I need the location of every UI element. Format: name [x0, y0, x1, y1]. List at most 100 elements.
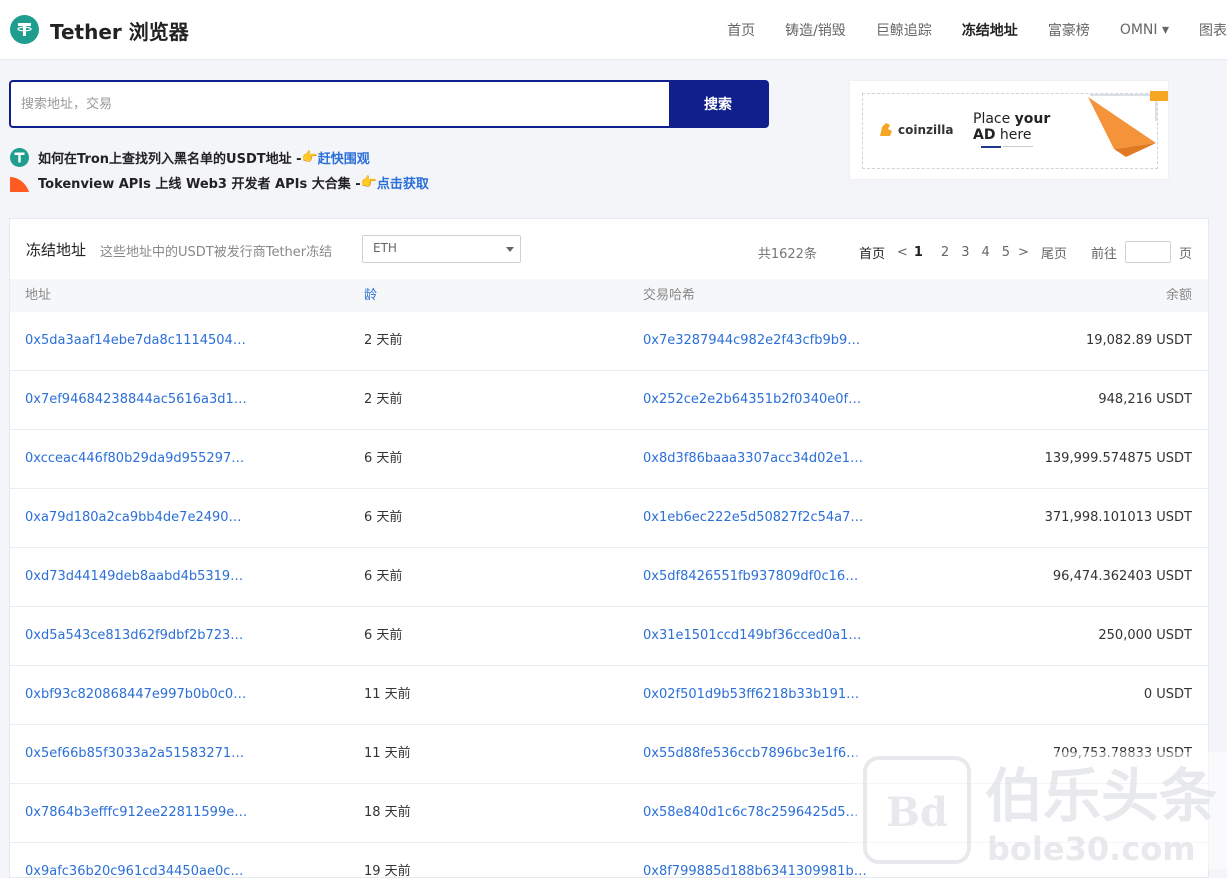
address-link[interactable]: 0xcceac446f80b29da9d955297…	[25, 430, 244, 488]
page-prev[interactable]: <	[897, 245, 908, 260]
table-row: 0xa79d180a2ca9bb4de7e2490… 6 天前 0x1eb6ec…	[10, 489, 1208, 548]
page-last[interactable]: 尾页	[1041, 243, 1067, 262]
balance-cell: 139,999.574875 USDT	[1044, 451, 1192, 466]
notice-link[interactable]: 点击获取	[377, 173, 429, 192]
balance-cell: 0 USDT	[1143, 687, 1192, 702]
page-next[interactable]: >	[1018, 245, 1029, 260]
tether-icon	[10, 148, 29, 167]
table-row: 0x5da3aaf14ebe7da8c1114504… 2 天前 0x7e328…	[10, 312, 1208, 371]
page-5[interactable]: 5	[1002, 245, 1010, 260]
chevron-down-icon	[506, 247, 514, 252]
tether-logo-icon[interactable]	[10, 15, 39, 44]
address-link[interactable]: 0x9afc36b20c961cd34450ae0c…	[25, 843, 243, 877]
top-bar: Tether 浏览器 首页 铸造/销毁 巨鲸追踪 冻结地址 富豪榜 OMNI ▾…	[0, 0, 1227, 60]
chain-select-value: ETH	[373, 241, 397, 255]
search-bar: 搜索	[9, 80, 769, 128]
page-first[interactable]: 首页	[859, 243, 885, 262]
goto-page-input[interactable]	[1124, 241, 1171, 263]
tx-hash-link[interactable]: 0x252ce2e2b64351b2f0340e0f…	[643, 371, 861, 429]
tx-hash-link[interactable]: 0x7e3287944c982e2f43cfb9b9…	[643, 312, 860, 370]
nav-rich-list[interactable]: 富豪榜	[1048, 20, 1090, 40]
total-count: 共1622条	[757, 246, 817, 262]
address-link[interactable]: 0x7864b3efffc912ee22811599e…	[25, 784, 247, 842]
coinzilla-icon	[880, 123, 892, 136]
tx-hash-link[interactable]: 0x8d3f86baaa3307acc34d02e1…	[643, 430, 863, 488]
table-row: 0x5ef66b85f3033a2a51583271… 11 天前 0x55d8…	[10, 725, 1208, 784]
card-subtitle: 这些地址中的USDT被发行商Tether冻结	[100, 245, 333, 260]
address-link[interactable]: 0x5da3aaf14ebe7da8c1114504…	[25, 312, 246, 370]
balance-cell: 96,474.362403 USDT	[1052, 569, 1192, 584]
age-cell: 11 天前	[364, 746, 411, 761]
age-cell: 18 天前	[364, 805, 411, 820]
col-address: 地址	[25, 288, 52, 303]
table-row: 0x7864b3efffc912ee22811599e… 18 天前 0x58e…	[10, 784, 1208, 843]
tx-hash-link[interactable]: 0x1eb6ec222e5d50827f2c54a7…	[643, 489, 863, 547]
tx-hash-link[interactable]: 0x02f501d9b53ff6218b33b191…	[643, 666, 859, 724]
tx-hash-link[interactable]: 0x8f799885d188b6341309981b…	[643, 843, 867, 877]
age-cell: 6 天前	[364, 451, 403, 466]
table-row: 0xd5a543ce813d62f9dbf2b723… 6 天前 0x31e15…	[10, 607, 1208, 666]
tx-hash-link[interactable]: 0x31e1501ccd149bf36cced0a1…	[643, 607, 861, 665]
age-cell: 2 天前	[364, 333, 403, 348]
notice-link[interactable]: 赶快围观	[318, 148, 370, 167]
table-row: 0xcceac446f80b29da9d955297… 6 天前 0x8d3f8…	[10, 430, 1208, 489]
balance-cell: 371,998.101013 USDT	[1044, 510, 1192, 525]
nav-whale-tracking[interactable]: 巨鲸追踪	[876, 20, 932, 40]
address-link[interactable]: 0xa79d180a2ca9bb4de7e2490…	[25, 489, 242, 547]
card-title: 冻结地址	[26, 241, 87, 259]
tx-hash-link[interactable]: 0x58e840d1c6c78c2596425d5…	[643, 784, 859, 842]
page-3[interactable]: 3	[961, 245, 969, 260]
tx-hash-link[interactable]: 0x5df8426551fb937809df0c16…	[643, 548, 858, 606]
ad-banner[interactable]: coinzilla Place your AD here	[849, 80, 1169, 180]
notice-text: 如何在Tron上查找列入黑名单的USDT地址 -	[38, 152, 302, 167]
age-cell: 6 天前	[364, 510, 403, 525]
nav-mint-burn[interactable]: 铸造/销毁	[785, 20, 846, 40]
goto-label: 前往	[1090, 246, 1117, 262]
tx-hash-link[interactable]: 0x55d88fe536ccb7896bc3e1f6…	[643, 725, 859, 783]
nav-home[interactable]: 首页	[727, 20, 755, 40]
age-cell: 6 天前	[364, 569, 403, 584]
notice-text: Tokenview APIs 上线 Web3 开发者 APIs 大合集 -	[38, 177, 361, 192]
col-tx-hash: 交易哈希	[643, 288, 696, 303]
nav-omni-dropdown[interactable]: OMNI ▾	[1120, 22, 1169, 38]
balance-cell: 709,753.78833 USDT	[1052, 746, 1192, 761]
table-row: 0x7ef94684238844ac5616a3d1… 2 天前 0x252ce…	[10, 371, 1208, 430]
balance-cell: 948,216 USDT	[1098, 392, 1192, 407]
coinzilla-logo: coinzilla	[878, 121, 953, 138]
age-cell: 6 天前	[364, 628, 403, 643]
table-row: 0x9afc36b20c961cd34450ae0c… 19 天前 0x8f79…	[10, 843, 1208, 878]
notice-tron-blacklist: 如何在Tron上查找列入黑名单的USDT地址 - 👉 赶快围观	[10, 148, 370, 167]
page-4[interactable]: 4	[981, 245, 989, 260]
nav-charts[interactable]: 图表	[1199, 20, 1227, 40]
table-row: 0xbf93c820868447e997b0b0c0… 11 天前 0x02f5…	[10, 666, 1208, 725]
brand-title[interactable]: Tether 浏览器	[50, 16, 189, 45]
search-input[interactable]	[11, 82, 669, 126]
address-link[interactable]: 0xbf93c820868447e997b0b0c0…	[25, 666, 246, 724]
age-cell: 19 天前	[364, 864, 411, 878]
col-balance: 余额	[1165, 288, 1192, 303]
age-cell: 2 天前	[364, 392, 403, 407]
pointing-hand-icon: 👉	[360, 175, 377, 190]
col-age[interactable]: 龄	[364, 279, 377, 312]
address-link[interactable]: 0xd73d44149deb8aabd4b5319…	[25, 548, 243, 606]
page-1[interactable]: 1	[914, 245, 923, 260]
pointing-hand-icon: 👉	[301, 150, 318, 165]
address-link[interactable]: 0x7ef94684238844ac5616a3d1…	[25, 371, 247, 429]
frozen-addresses-card: 冻结地址 这些地址中的USDT被发行商Tether冻结 ETH 共1622条 首…	[9, 218, 1209, 878]
address-link[interactable]: 0x5ef66b85f3033a2a51583271…	[25, 725, 244, 783]
notice-tokenview-apis: Tokenview APIs 上线 Web3 开发者 APIs 大合集 - 👉 …	[10, 173, 429, 192]
main-nav: 首页 铸造/销毁 巨鲸追踪 冻结地址 富豪榜 OMNI ▾ 图表	[697, 0, 1227, 59]
search-button[interactable]: 搜索	[669, 82, 767, 126]
ad-placeholder-text: Place your AD here	[973, 111, 1051, 143]
chain-select[interactable]: ETH	[362, 235, 521, 263]
goto-suffix: 页	[1178, 246, 1192, 262]
page-2[interactable]: 2	[941, 245, 949, 260]
table-header: 地址 龄 交易哈希 余额	[10, 279, 1208, 312]
tokenview-icon	[10, 177, 29, 192]
balance-cell: 250,000 USDT	[1098, 628, 1192, 643]
pagination: 共1622条 首页 < 1 2 3 4 5 > 尾页 前往 页	[758, 241, 1192, 263]
nav-frozen-addresses[interactable]: 冻结地址	[962, 20, 1018, 40]
table-body: 0x5da3aaf14ebe7da8c1114504… 2 天前 0x7e328…	[10, 312, 1208, 878]
address-link[interactable]: 0xd5a543ce813d62f9dbf2b723…	[25, 607, 243, 665]
table-row: 0xd73d44149deb8aabd4b5319… 6 天前 0x5df842…	[10, 548, 1208, 607]
